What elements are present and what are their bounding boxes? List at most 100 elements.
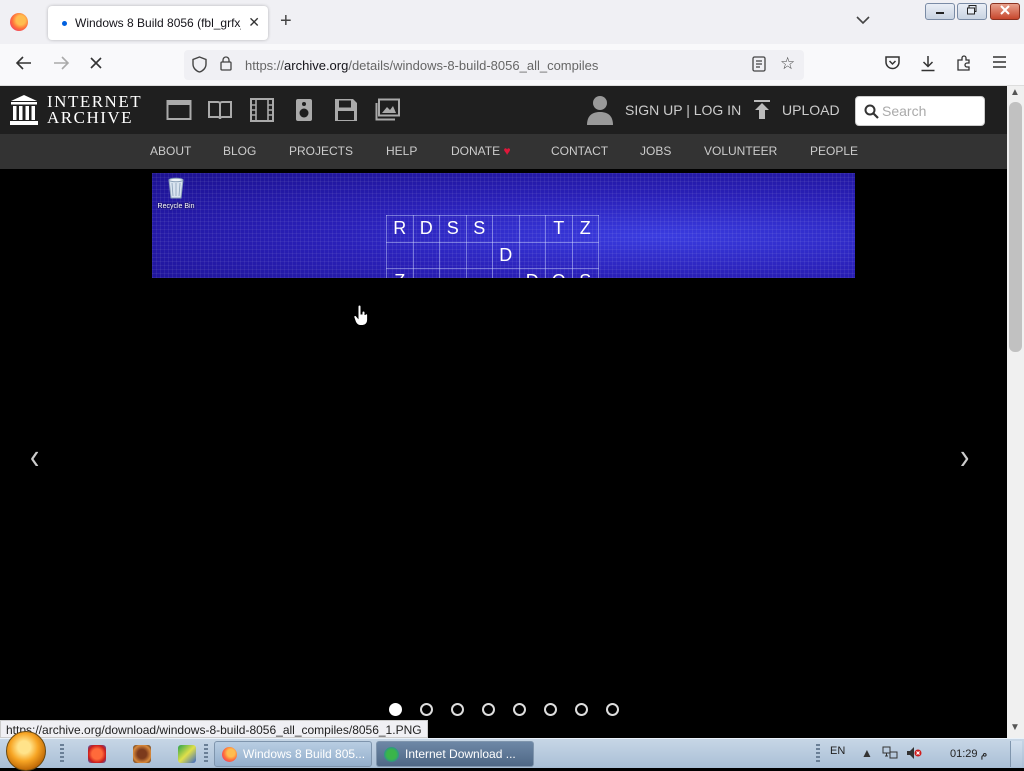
back-arrow-icon[interactable] — [15, 55, 33, 76]
nav-about[interactable]: ABOUT — [150, 144, 191, 158]
grid-cell — [518, 215, 546, 243]
carousel-dot-5[interactable] — [513, 703, 526, 716]
ia-logo-icon[interactable] — [10, 94, 38, 126]
web-icon[interactable] — [166, 98, 192, 122]
download-manager-task-icon — [384, 747, 399, 762]
nav-donate[interactable]: DONATE ♥ — [451, 144, 511, 158]
grid-cell: Z — [386, 268, 414, 278]
carousel-prev-arrow[interactable]: ‹ — [30, 436, 39, 478]
nav-blog[interactable]: BLOG — [223, 144, 256, 158]
taskbar-grip-2 — [204, 744, 208, 764]
ia-top-header: INTERNET ARCHIVE SIGN UP | LOG IN UPLOAD — [0, 86, 1007, 134]
page-scrollbar[interactable]: ▲ ▼ — [1007, 86, 1024, 738]
start-button[interactable] — [6, 731, 46, 771]
grid-cell — [492, 268, 520, 278]
carousel-dot-3[interactable] — [451, 703, 464, 716]
texts-icon[interactable] — [207, 98, 233, 122]
quicklaunch-desktop-icon[interactable] — [178, 745, 196, 763]
ia-logo-text[interactable]: INTERNET ARCHIVE — [47, 93, 142, 126]
carousel-dot-6[interactable] — [544, 703, 557, 716]
app-menu-icon[interactable] — [992, 55, 1007, 74]
url-path: /details/windows-8-build-8056_all_compil… — [348, 58, 599, 73]
hand-cursor-icon — [353, 304, 369, 327]
tray-expand-arrow-icon[interactable]: ▲ — [861, 746, 873, 760]
extensions-icon[interactable] — [956, 55, 972, 76]
window-minimize-button[interactable] — [925, 3, 955, 20]
quicklaunch-media-icon[interactable] — [133, 745, 151, 763]
recycle-bin-label: Recycle Bin — [157, 203, 195, 210]
letter-grid: RDSSTZDZDQS — [386, 215, 599, 278]
taskbar-task-idm-label: Internet Download ... — [405, 747, 516, 761]
firefox-task-icon — [222, 747, 237, 762]
pocket-icon[interactable] — [884, 55, 901, 76]
upload-link[interactable]: UPLOAD — [782, 102, 840, 118]
grid-cell — [518, 241, 546, 269]
stop-loading-icon[interactable] — [88, 55, 104, 76]
tray-grip — [816, 744, 820, 764]
carousel-dot-1[interactable] — [389, 703, 402, 716]
grid-row: RDSS TZ — [386, 215, 599, 243]
software-icon[interactable] — [333, 98, 359, 122]
quicklaunch-firefox-icon[interactable] — [88, 745, 106, 763]
reader-view-icon[interactable] — [752, 56, 766, 75]
browser-tab-active[interactable]: Windows 8 Build 8056 (fbl_grfx_ ✕ — [48, 6, 268, 40]
grid-cell: D — [492, 241, 520, 269]
video-icon[interactable] — [249, 98, 275, 122]
url-bar[interactable]: https://archive.org/details/windows-8-bu… — [184, 50, 804, 80]
nav-jobs[interactable]: JOBS — [640, 144, 671, 158]
nav-volunteer[interactable]: VOLUNTEER — [704, 144, 777, 158]
nav-people[interactable]: PEOPLE — [810, 144, 858, 158]
tracking-shield-icon[interactable] — [192, 56, 207, 76]
nav-help[interactable]: HELP — [386, 144, 417, 158]
carousel-dot-7[interactable] — [575, 703, 588, 716]
audio-icon[interactable] — [291, 98, 317, 122]
loading-dot-icon — [62, 20, 67, 26]
grid-row: Z DQS — [386, 268, 599, 278]
taskbar-task-idm[interactable]: Internet Download ... — [376, 741, 534, 767]
forward-arrow-icon[interactable] — [52, 55, 70, 76]
list-tabs-chevron-icon[interactable] — [856, 12, 870, 28]
carousel-dot-2[interactable] — [420, 703, 433, 716]
network-icon[interactable] — [882, 746, 898, 763]
grid-cell: Q — [545, 268, 573, 278]
user-avatar-icon[interactable] — [586, 94, 614, 126]
nav-projects[interactable]: PROJECTS — [289, 144, 353, 158]
search-input[interactable] — [882, 102, 980, 120]
images-icon[interactable] — [375, 98, 401, 122]
nav-donate-label: DONATE — [451, 144, 501, 158]
carousel-next-arrow[interactable]: › — [960, 436, 969, 478]
volume-muted-icon[interactable] — [906, 746, 922, 763]
grid-row: D — [386, 241, 599, 269]
window-close-button[interactable] — [990, 3, 1020, 20]
window-restore-button[interactable] — [957, 3, 987, 20]
grid-cell: D — [518, 268, 546, 278]
carousel-dot-4[interactable] — [482, 703, 495, 716]
taskbar-task-firefox[interactable]: Windows 8 Build 805... — [214, 741, 372, 767]
scroll-up-arrow-icon[interactable]: ▲ — [1010, 87, 1020, 98]
upload-icon[interactable] — [752, 100, 772, 120]
show-desktop-button[interactable] — [1010, 741, 1022, 767]
browser-tab-strip: Windows 8 Build 8056 (fbl_grfx_ ✕ + — [0, 0, 1024, 44]
lock-icon[interactable] — [220, 56, 232, 71]
carousel-slide-image[interactable]: Recycle Bin RDSSTZDZDQS — [152, 173, 855, 278]
recycle-bin-icon — [168, 177, 184, 199]
nav-contact[interactable]: CONTACT — [551, 144, 608, 158]
signup-login-link[interactable]: SIGN UP | LOG IN — [625, 102, 741, 118]
firefox-icon[interactable] — [10, 13, 28, 31]
language-indicator[interactable]: EN — [830, 745, 845, 757]
taskbar-grip — [60, 744, 64, 764]
bookmark-star-icon[interactable]: ☆ — [780, 54, 795, 74]
url-text[interactable]: https://archive.org/details/windows-8-bu… — [245, 58, 598, 73]
scrollbar-thumb[interactable] — [1009, 102, 1022, 352]
url-scheme: https:// — [245, 58, 285, 73]
carousel-dot-8[interactable] — [606, 703, 619, 716]
search-icon — [864, 104, 879, 119]
scroll-down-arrow-icon[interactable]: ▼ — [1010, 722, 1020, 733]
downloads-icon[interactable] — [920, 55, 936, 77]
grid-cell: T — [545, 215, 573, 243]
tab-close-icon[interactable]: ✕ — [248, 14, 260, 30]
search-box[interactable] — [855, 96, 985, 126]
grid-cell — [412, 268, 440, 278]
new-tab-button[interactable]: + — [280, 10, 292, 33]
system-clock[interactable]: 01:29 م — [950, 747, 987, 760]
